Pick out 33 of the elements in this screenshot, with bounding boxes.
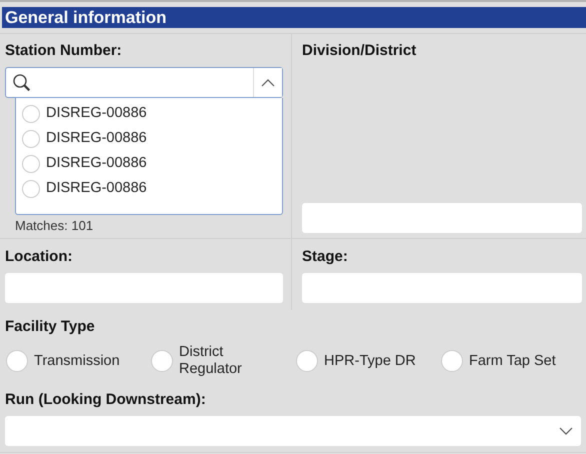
- field-label: Stage:: [302, 248, 349, 266]
- option-label: DISREG-00886: [46, 104, 147, 122]
- radio-button[interactable]: [6, 350, 28, 372]
- search-field[interactable]: [5, 67, 283, 98]
- field-label: Location:: [5, 248, 74, 266]
- field-label: Division/District: [302, 42, 418, 60]
- field-label: Station Number:: [5, 42, 123, 60]
- radio-button[interactable]: [22, 154, 40, 172]
- input-field[interactable]: [302, 203, 582, 233]
- radio-button[interactable]: [151, 350, 173, 372]
- option-label: HPR-Type DR: [324, 352, 416, 370]
- search-icon: [12, 72, 32, 92]
- dropdown-button[interactable]: [253, 68, 282, 97]
- field-label: Run (Looking Downstream):: [5, 390, 207, 409]
- field-label: Facility Type: [5, 318, 96, 336]
- dropdown-field[interactable]: [5, 416, 581, 446]
- radio-button[interactable]: [296, 350, 318, 372]
- radio-button[interactable]: [22, 180, 40, 198]
- option-label: District Regulator: [179, 344, 243, 379]
- radio-button[interactable]: [441, 350, 463, 372]
- option-label: Farm Tap Set: [469, 352, 556, 370]
- caret-icon: [261, 78, 275, 86]
- radio-button[interactable]: [22, 104, 40, 122]
- match-count: Matches: 101: [15, 218, 94, 233]
- section-header: General information: [2, 7, 586, 28]
- option-label: Transmission: [34, 352, 120, 370]
- option-label: DISREG-00886: [46, 130, 147, 148]
- chevron-down-icon: [559, 426, 573, 435]
- input-field[interactable]: [5, 273, 283, 303]
- option-label: DISREG-00886: [46, 180, 147, 198]
- radio-button[interactable]: [22, 130, 40, 148]
- option-label: DISREG-00886: [46, 154, 147, 172]
- input-field[interactable]: [302, 273, 582, 303]
